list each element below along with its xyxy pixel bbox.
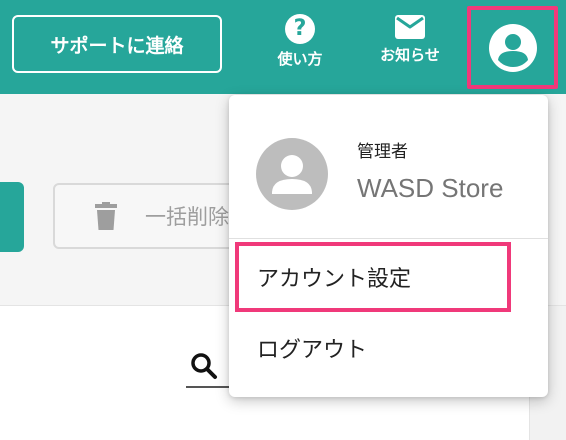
account-circle-icon (488, 23, 537, 72)
help-label: 使い方 (277, 50, 323, 68)
contact-support-button[interactable]: サポートに連絡 (12, 15, 222, 73)
trash-icon (95, 202, 117, 230)
profile-section: 管理者 WASD Store (229, 95, 548, 237)
account-settings-menu-item[interactable]: アカウント設定 (235, 242, 511, 312)
notifications-link[interactable]: お知らせ (368, 14, 452, 65)
notifications-label: お知らせ (380, 46, 440, 64)
user-role: 管理者 (357, 142, 408, 162)
app-header: サポートに連絡 ? 使い方 お知らせ (0, 0, 566, 94)
bulk-delete-label: 一括削除 (145, 205, 229, 229)
mail-icon (395, 15, 425, 39)
primary-action-button[interactable] (0, 182, 24, 252)
search-icon (191, 353, 217, 379)
help-icon: ? (285, 14, 315, 44)
help-link[interactable]: ? 使い方 (270, 14, 330, 69)
store-name: WASD Store (357, 173, 504, 203)
account-menu-button[interactable] (467, 6, 558, 89)
menu-divider (229, 238, 548, 239)
account-dropdown: 管理者 WASD Store アカウント設定 ログアウト (229, 95, 548, 397)
person-icon (256, 138, 328, 210)
logout-menu-item[interactable]: ログアウト (235, 313, 511, 383)
